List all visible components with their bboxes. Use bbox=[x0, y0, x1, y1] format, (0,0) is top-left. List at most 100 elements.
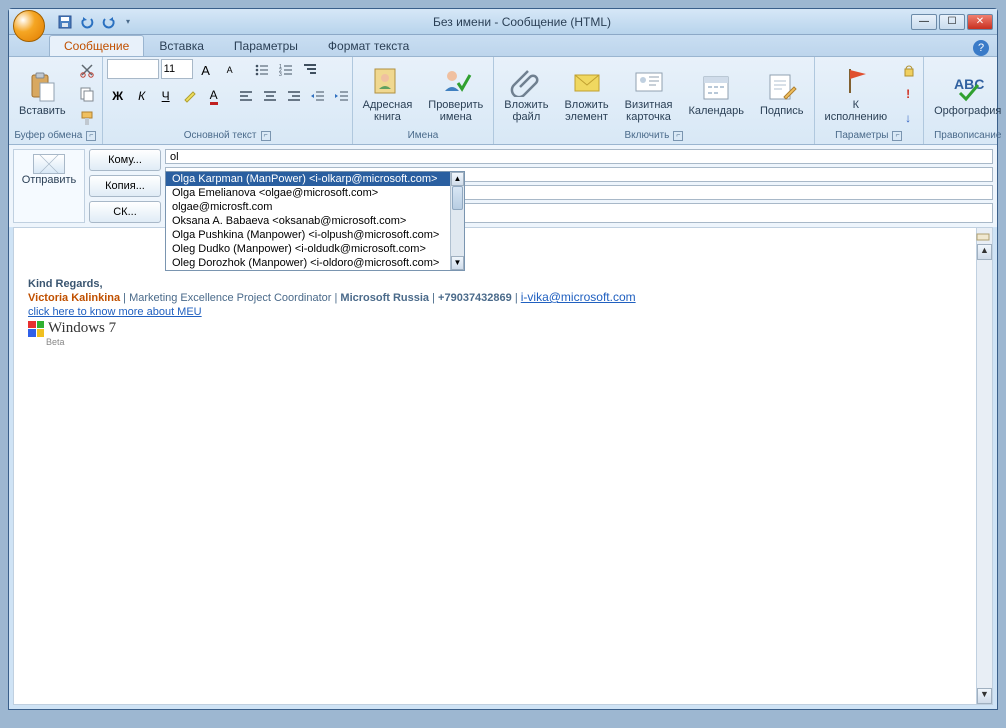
numbering-icon[interactable]: 123 bbox=[275, 59, 297, 81]
scroll-up-icon[interactable]: ▲ bbox=[977, 244, 992, 260]
align-center-icon[interactable] bbox=[259, 85, 281, 107]
signature-email-link[interactable]: i-vika@microsoft.com bbox=[521, 290, 636, 304]
to-button[interactable]: Кому... bbox=[89, 149, 161, 171]
autocomplete-item[interactable]: Olga Karpman (ManPower) <i-olkarp@micros… bbox=[166, 172, 464, 186]
signature-icon bbox=[766, 71, 798, 103]
autocomplete-item[interactable]: Olga Emelianova <olgae@microsoft.com> bbox=[166, 186, 464, 200]
meu-link[interactable]: click here to know more about MEU bbox=[28, 306, 202, 318]
tab-insert[interactable]: Вставка bbox=[144, 35, 219, 56]
font-size-combo[interactable] bbox=[161, 59, 193, 79]
autocomplete-item[interactable]: Oksana A. Babaeva <oksanab@microsoft.com… bbox=[166, 214, 464, 228]
cc-button[interactable]: Копия... bbox=[89, 175, 161, 197]
tab-format[interactable]: Формат текста bbox=[313, 35, 424, 56]
paperclip-icon bbox=[510, 65, 542, 97]
bcc-button[interactable]: СК... bbox=[89, 201, 161, 223]
message-body[interactable]: Kind Regards, Victoria Kalinkina | Marke… bbox=[13, 227, 993, 705]
italic-icon[interactable]: К bbox=[131, 85, 153, 107]
paste-icon bbox=[26, 71, 58, 103]
underline-icon[interactable]: Ч bbox=[155, 85, 177, 107]
options-launcher[interactable]: ⌐ bbox=[892, 131, 902, 141]
maximize-button[interactable]: ☐ bbox=[939, 14, 965, 30]
ruler-toggle-icon[interactable] bbox=[976, 230, 990, 244]
copy-icon[interactable] bbox=[76, 83, 98, 105]
spelling-button[interactable]: ABC Орфография bbox=[928, 69, 1006, 119]
autocomplete-item[interactable]: Olga Pushkina (Manpower) <i-olpush@micro… bbox=[166, 228, 464, 242]
titlebar: ▾ Без имени - Сообщение (HTML) — ☐ ✕ bbox=[9, 9, 997, 35]
signature-regards: Kind Regards, bbox=[28, 278, 978, 290]
minimize-button[interactable]: — bbox=[911, 14, 937, 30]
app-window: ▾ Без имени - Сообщение (HTML) — ☐ ✕ Соо… bbox=[8, 8, 998, 710]
scroll-up-icon[interactable]: ▲ bbox=[451, 172, 464, 186]
check-names-button[interactable]: Проверить имена bbox=[422, 63, 489, 125]
attach-item-button[interactable]: Вложить элемент bbox=[558, 63, 614, 125]
group-clipboard: Вставить Буфер обмена⌐ bbox=[9, 57, 103, 144]
calendar-button[interactable]: Календарь bbox=[682, 69, 750, 119]
svg-text:ABC: ABC bbox=[954, 76, 984, 92]
attach-item-icon bbox=[571, 65, 603, 97]
tab-message[interactable]: Сообщение bbox=[49, 35, 144, 56]
font-launcher[interactable]: ⌐ bbox=[261, 131, 271, 141]
group-proofing: ABC Орфография Правописание bbox=[924, 57, 1006, 144]
flag-icon bbox=[840, 65, 872, 97]
address-buttons: Кому... Копия... СК... bbox=[89, 149, 161, 223]
bullets-icon[interactable] bbox=[251, 59, 273, 81]
scroll-thumb[interactable] bbox=[452, 186, 463, 210]
low-importance-icon[interactable]: ↓ bbox=[897, 107, 919, 129]
include-launcher[interactable]: ⌐ bbox=[673, 131, 683, 141]
bold-icon[interactable]: Ж bbox=[107, 85, 129, 107]
bizcard-icon bbox=[633, 65, 665, 97]
envelope-icon bbox=[33, 154, 65, 174]
spelling-icon: ABC bbox=[952, 71, 984, 103]
address-book-button[interactable]: Адресная книга bbox=[357, 63, 419, 125]
grow-font-icon[interactable]: A bbox=[195, 59, 217, 81]
business-card-button[interactable]: Визитная карточка bbox=[619, 63, 679, 125]
signature-button[interactable]: Подпись bbox=[754, 69, 810, 119]
highlight-icon[interactable] bbox=[179, 85, 201, 107]
autocomplete-dropdown: Olga Karpman (ManPower) <i-olkarp@micros… bbox=[165, 171, 465, 271]
scroll-down-icon[interactable]: ▼ bbox=[977, 688, 992, 704]
calendar-icon bbox=[700, 71, 732, 103]
font-name-combo[interactable] bbox=[107, 59, 159, 79]
increase-indent-icon[interactable] bbox=[331, 85, 353, 107]
windows7-logo: Windows 7 bbox=[28, 320, 978, 337]
group-font: A A 123 Ж К Ч A bbox=[103, 57, 353, 144]
font-color-icon[interactable]: A bbox=[203, 85, 225, 107]
to-input[interactable] bbox=[165, 149, 993, 164]
decrease-indent-icon[interactable] bbox=[307, 85, 329, 107]
windows-flag-icon bbox=[28, 321, 44, 337]
office-button[interactable] bbox=[13, 10, 45, 42]
cut-icon[interactable] bbox=[76, 59, 98, 81]
scroll-down-icon[interactable]: ▼ bbox=[451, 256, 464, 270]
autocomplete-item[interactable]: olgae@microsft.com bbox=[166, 200, 464, 214]
group-include: Вложить файл Вложить элемент Визитная ка… bbox=[494, 57, 814, 144]
send-button[interactable]: Отправить bbox=[22, 154, 77, 186]
redo-icon[interactable] bbox=[101, 14, 117, 30]
save-icon[interactable] bbox=[57, 14, 73, 30]
qat-more-icon[interactable]: ▾ bbox=[123, 14, 133, 30]
align-right-icon[interactable] bbox=[283, 85, 305, 107]
group-options: К исполнению ! ↓ Параметры⌐ bbox=[815, 57, 925, 144]
close-button[interactable]: ✕ bbox=[967, 14, 993, 30]
shrink-font-icon[interactable]: A bbox=[219, 59, 241, 81]
autocomplete-item[interactable]: Oleg Dudko (Manpower) <i-oldudk@microsof… bbox=[166, 242, 464, 256]
paste-button[interactable]: Вставить bbox=[13, 69, 72, 119]
high-importance-icon[interactable]: ! bbox=[897, 83, 919, 105]
quick-access-toolbar: ▾ bbox=[57, 14, 133, 30]
send-column: Отправить bbox=[13, 149, 85, 223]
address-book-icon bbox=[371, 65, 403, 97]
group-names: Адресная книга Проверить имена Имена bbox=[353, 57, 495, 144]
autocomplete-scrollbar[interactable]: ▲ ▼ bbox=[450, 172, 464, 270]
format-painter-icon[interactable] bbox=[76, 107, 98, 129]
clipboard-launcher[interactable]: ⌐ bbox=[86, 131, 96, 141]
body-scrollbar[interactable]: ▲ ▼ bbox=[976, 228, 992, 704]
tab-options[interactable]: Параметры bbox=[219, 35, 313, 56]
autocomplete-item[interactable]: Oleg Dorozhok (Manpower) <i-oldoro@micro… bbox=[166, 256, 464, 270]
undo-icon[interactable] bbox=[79, 14, 95, 30]
ribbon-tabs: Сообщение Вставка Параметры Формат текст… bbox=[9, 35, 997, 57]
multilevel-list-icon[interactable] bbox=[299, 59, 321, 81]
help-icon[interactable]: ? bbox=[973, 40, 989, 56]
align-left-icon[interactable] bbox=[235, 85, 257, 107]
follow-up-button[interactable]: К исполнению bbox=[819, 63, 894, 125]
attach-file-button[interactable]: Вложить файл bbox=[498, 63, 554, 125]
permission-icon[interactable] bbox=[897, 59, 919, 81]
